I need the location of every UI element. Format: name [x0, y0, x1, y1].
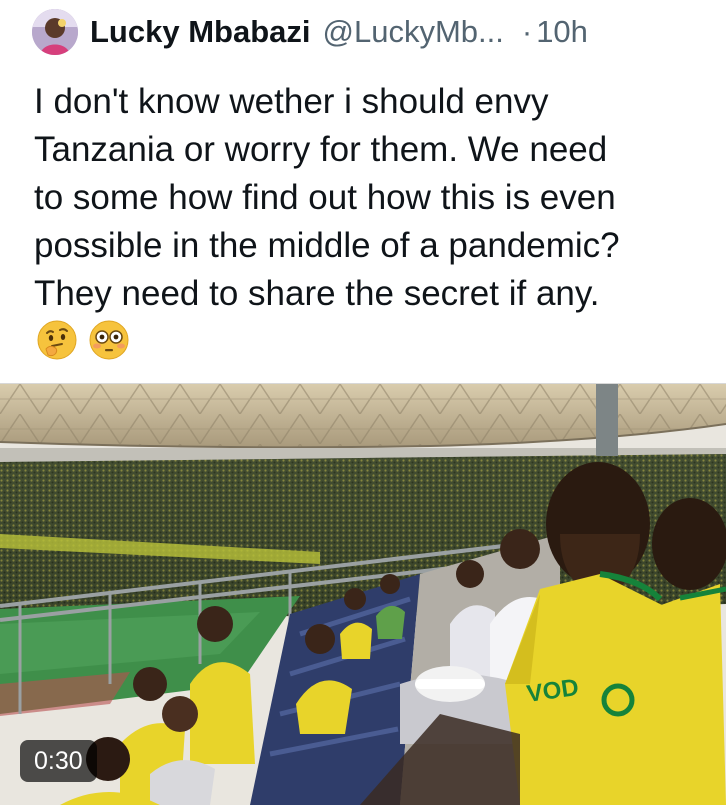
timestamp[interactable]: 10h	[536, 14, 588, 50]
tweet-card[interactable]: Lucky Mbabazi @LuckyMb... · 10h I don't …	[0, 0, 726, 805]
tweet-text: I don't know wether i should envy Tanzan…	[34, 82, 620, 313]
avatar[interactable]	[32, 9, 78, 55]
avatar-image	[32, 9, 78, 55]
video-duration-badge: 0:30	[20, 740, 97, 782]
flushed-face-emoji	[89, 320, 129, 360]
tweet-header: Lucky Mbabazi @LuckyMb... · 10h	[32, 8, 588, 56]
author-name[interactable]: Lucky Mbabazi	[90, 14, 311, 50]
thinking-face-emoji	[37, 320, 77, 360]
separator-dot: ·	[521, 14, 533, 49]
stadium-video-thumbnail: VOD	[0, 384, 726, 805]
video-player[interactable]: VOD	[0, 383, 726, 805]
emoji-row	[36, 316, 130, 364]
author-handle[interactable]: @LuckyMb...	[323, 14, 504, 50]
